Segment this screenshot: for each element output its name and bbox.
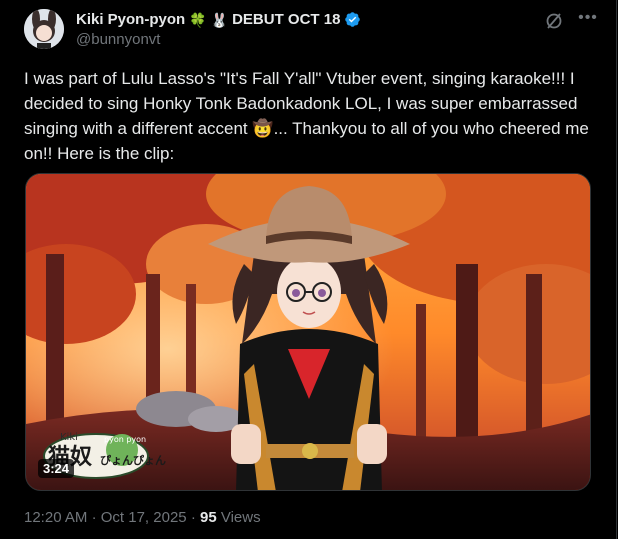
video-player[interactable]: Kiki 猫奴 pyon pyon ぴょんぴょん 3:24	[25, 173, 591, 491]
handle[interactable]: @bunnyonvt	[76, 31, 361, 48]
views-label: Views	[220, 509, 261, 526]
post-card: Kiki Pyon-pyon 🍀 🐰 DEBUT OCT 18 @bunnyon…	[0, 0, 617, 539]
cowboy-emoji: 🤠	[252, 119, 274, 138]
views-count: 95	[199, 509, 217, 526]
video-thumbnail: Kiki 猫奴 pyon pyon ぴょんぴょん	[26, 174, 590, 490]
avatar[interactable]	[24, 9, 64, 49]
clover-emoji: 🍀	[189, 11, 207, 28]
author-names: Kiki Pyon-pyon 🍀 🐰 DEBUT OCT 18 @bunnyon…	[76, 11, 361, 48]
logo-kana-text: ぴょんぴょん	[100, 454, 166, 467]
logo-small-text: pyon pyon	[104, 435, 146, 444]
more-icon[interactable]: •••	[576, 10, 600, 31]
video-duration-badge: 3:24	[38, 459, 75, 478]
display-name-suffix[interactable]: DEBUT OCT 18	[232, 11, 340, 28]
post-header: Kiki Pyon-pyon 🍀 🐰 DEBUT OCT 18 @bunnyon…	[24, 9, 600, 53]
logo-top-text: Kiki	[60, 432, 78, 443]
display-name[interactable]: Kiki Pyon-pyon	[76, 11, 185, 28]
display-name-row[interactable]: Kiki Pyon-pyon 🍀 🐰 DEBUT OCT 18	[76, 11, 361, 28]
post-time[interactable]: 12:20 AM	[24, 509, 87, 526]
rabbit-emoji: 🐰	[210, 11, 229, 28]
post-meta: 12:20 AM · Oct 17, 2025 · 95 Views	[24, 509, 261, 526]
meta-separator: ·	[91, 509, 97, 526]
post-text: I was part of Lulu Lasso's "It's Fall Y'…	[24, 66, 596, 166]
meta-separator-2: ·	[190, 509, 196, 526]
grok-icon[interactable]	[544, 11, 564, 31]
post-date[interactable]: Oct 17, 2025	[101, 509, 187, 526]
verified-badge-icon[interactable]	[344, 11, 361, 28]
